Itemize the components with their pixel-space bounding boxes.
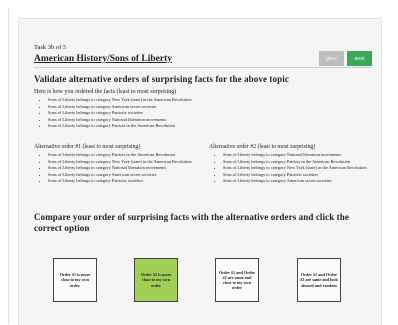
choice-order-1-closer[interactable]: Order #1 is more close to my own order xyxy=(53,258,97,302)
answer-options: Order #1 is more close to my own order O… xyxy=(0,258,398,316)
user-order-list: Sons of Liberty belongs to category New … xyxy=(38,97,378,130)
list-item: Sons of Liberty belongs to category Patr… xyxy=(223,159,383,166)
alt-order-1-heading: Alternative order #1 (least to most surp… xyxy=(34,144,141,150)
topic-title: American History/Sons of Liberty xyxy=(34,54,173,64)
alt-order-1-list: Sons of Liberty belongs to category Patr… xyxy=(38,152,208,185)
list-item: Sons of Liberty belongs to category Nati… xyxy=(223,152,383,159)
compare-heading: Compare your order of surprising facts w… xyxy=(34,212,349,233)
alt-order-2-heading: Alternative order #2 (least to most surp… xyxy=(209,144,316,150)
list-item: Sons of Liberty belongs to category New … xyxy=(48,97,378,104)
list-item: Sons of Liberty belongs to category New … xyxy=(223,165,383,172)
title-divider xyxy=(34,67,371,68)
list-item: Sons of Liberty belongs to category Amer… xyxy=(48,172,208,179)
choice-both-close[interactable]: Order #1 and Order #2 are same and close… xyxy=(215,258,259,302)
next-button[interactable]: next xyxy=(347,51,372,66)
task-counter: Task 3b of 5 xyxy=(34,44,67,51)
list-item: Sons of Liberty belongs to category Patr… xyxy=(48,178,208,185)
list-item: Sons of Liberty belongs to category Nati… xyxy=(48,117,378,124)
list-item: Sons of Liberty belongs to category Patr… xyxy=(223,172,383,179)
user-order-intro: Here is how you ordered the facts (least… xyxy=(34,89,177,95)
list-item: Sons of Liberty belongs to category Patr… xyxy=(48,152,208,159)
list-item: Sons of Liberty belongs to category Nati… xyxy=(48,165,208,172)
validate-heading: Validate alternative orders of surprisin… xyxy=(34,74,289,84)
list-item: Sons of Liberty belongs to category New … xyxy=(48,159,208,166)
choice-both-absurd[interactable]: Order #1 and Order #2 are same and look … xyxy=(297,258,341,302)
choice-order-2-closer[interactable]: Order #2 is more close to my own order xyxy=(134,258,178,302)
list-item: Sons of Liberty belongs to category Patr… xyxy=(48,123,378,130)
alt-order-2-list: Sons of Liberty belongs to category Nati… xyxy=(213,152,383,185)
list-item: Sons of Liberty belongs to category Amer… xyxy=(48,104,378,111)
prev-button[interactable]: prev xyxy=(319,51,344,66)
list-item: Sons of Liberty belongs to category Patr… xyxy=(48,110,378,117)
list-item: Sons of Liberty belongs to category Amer… xyxy=(223,178,383,185)
